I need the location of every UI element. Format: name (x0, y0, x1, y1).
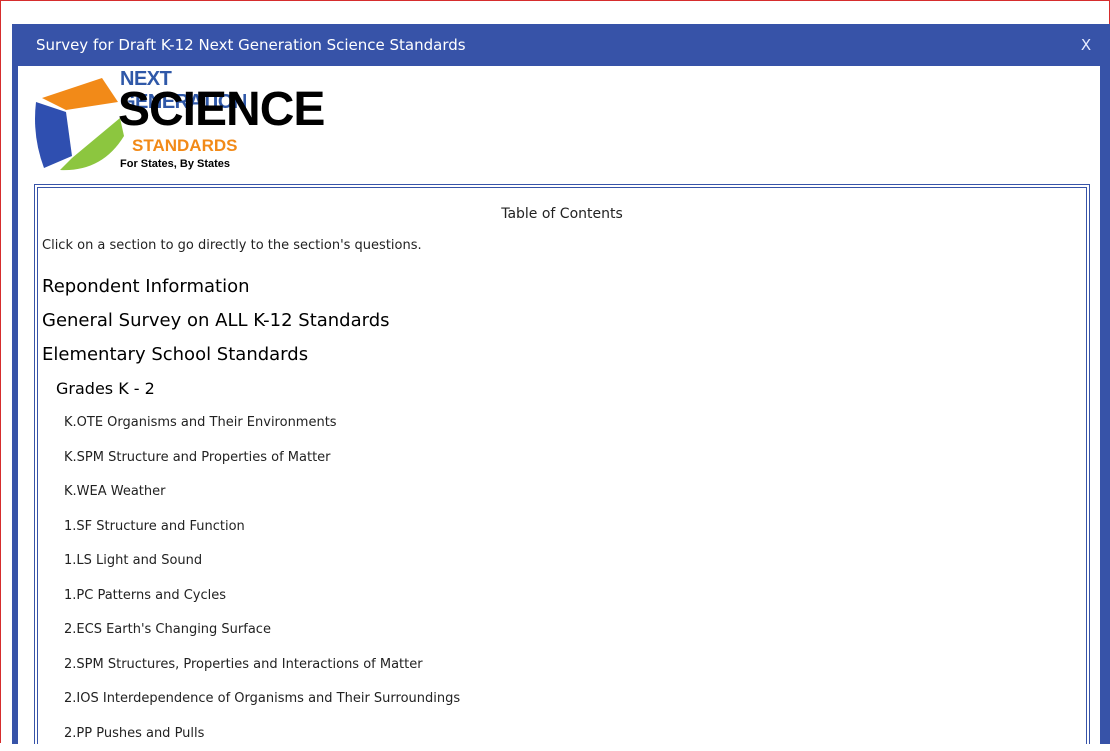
toc-item[interactable]: 2.IOS Interdependence of Organisms and T… (42, 682, 1082, 717)
logo-line-science: SCIENCE (118, 84, 324, 136)
toc-item[interactable]: 1.PC Patterns and Cycles (42, 579, 1082, 614)
close-button[interactable]: X (1076, 24, 1096, 66)
toc-item[interactable]: 1.SF Structure and Function (42, 510, 1082, 545)
logo-tagline: For States, By States (120, 158, 230, 170)
toc-item[interactable]: K.OTE Organisms and Their Environments (42, 406, 1082, 441)
toc-item[interactable]: Repondent Information (42, 270, 1082, 304)
toc-title: Table of Contents (38, 206, 1086, 222)
toc-instructions: Click on a section to go directly to the… (42, 238, 422, 253)
logo-swoosh-icon (32, 76, 128, 172)
toc-panel-inner: Table of Contents Click on a section to … (37, 187, 1087, 744)
toc-item[interactable]: Grades K - 2 (42, 372, 1082, 406)
toc-list: Repondent InformationGeneral Survey on A… (42, 270, 1082, 751)
dialog-content: NEXT GENERATION SCIENCE STANDARDS For St… (18, 66, 1100, 744)
dialog-titlebar: Survey for Draft K-12 Next Generation Sc… (12, 24, 1110, 66)
logo-line-standards: STANDARDS (132, 136, 237, 156)
toc-item[interactable]: K.WEA Weather (42, 475, 1082, 510)
toc-item[interactable]: 2.PP Pushes and Pulls (42, 717, 1082, 751)
toc-item[interactable]: General Survey on ALL K-12 Standards (42, 304, 1082, 338)
toc-item[interactable]: 2.SPM Structures, Properties and Interac… (42, 648, 1082, 683)
toc-item[interactable]: K.SPM Structure and Properties of Matter (42, 441, 1082, 476)
toc-item[interactable]: 1.LS Light and Sound (42, 544, 1082, 579)
survey-dialog: Survey for Draft K-12 Next Generation Sc… (12, 24, 1110, 744)
ngss-logo: NEXT GENERATION SCIENCE STANDARDS For St… (32, 68, 272, 180)
toc-panel: Table of Contents Click on a section to … (34, 184, 1090, 744)
dialog-title: Survey for Draft K-12 Next Generation Sc… (36, 24, 466, 66)
toc-item[interactable]: 2.ECS Earth's Changing Surface (42, 613, 1082, 648)
toc-item[interactable]: Elementary School Standards (42, 338, 1082, 372)
